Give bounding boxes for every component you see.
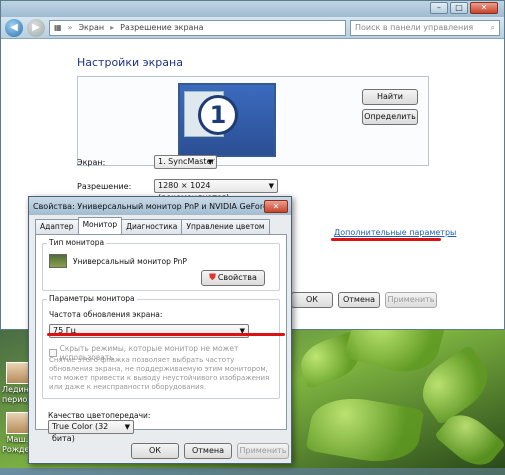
maximize-icon[interactable]: □: [450, 2, 468, 14]
detect-button[interactable]: Определить: [362, 109, 418, 125]
properties-button-label: Свойства: [217, 273, 257, 282]
dialog-buttons: ОК Отмена Применить: [131, 443, 289, 459]
leaf-decoration: [305, 390, 425, 470]
dialog-title: Свойства: Универсальный монитор PnP и NV…: [33, 201, 264, 211]
find-button[interactable]: Найти: [362, 89, 418, 105]
address-bar[interactable]: ▦ » Экран ▸ Разрешение экрана: [49, 19, 346, 36]
apply-button[interactable]: Применить: [385, 292, 437, 308]
shield-icon: ⛊: [209, 273, 216, 283]
cancel-button[interactable]: Отмена: [184, 443, 232, 459]
tab-monitor[interactable]: Монитор: [77, 217, 123, 234]
monitor-icon: [49, 254, 67, 268]
tab-adapter[interactable]: Адаптер: [35, 219, 79, 234]
monitor-arrangement-panel: 1 Найти Определить: [77, 76, 429, 166]
dialog-titlebar: Свойства: Универсальный монитор PnP и NV…: [29, 197, 291, 215]
resolution-label: Разрешение:: [77, 182, 132, 191]
dialog-tabs: Адаптер Монитор Диагностика Управление ц…: [35, 217, 270, 234]
color-quality-label: Качество цветопередачи:: [48, 411, 151, 420]
monitor-params-group: Параметры монитора Частота обновления эк…: [42, 294, 280, 399]
window-buttons: – □ ✕: [430, 2, 498, 14]
breadcrumb-separator-icon: ▸: [110, 23, 115, 32]
group-title: Тип монитора: [47, 238, 107, 247]
breadcrumb-item[interactable]: Экран: [78, 23, 104, 32]
address-toolbar: ◀ ▶ ▦ » Экран ▸ Разрешение экрана Поиск …: [1, 17, 504, 39]
folder-icon: ▦: [54, 23, 62, 32]
search-icon[interactable]: ⌕: [491, 23, 495, 33]
resolution-select[interactable]: 1280 × 1024 (рекомендуется) ▼: [154, 179, 278, 202]
close-icon[interactable]: ✕: [264, 199, 288, 213]
forward-icon[interactable]: ▶: [27, 18, 45, 37]
display-select-value: 1. SyncMaster: [158, 157, 215, 166]
cancel-button[interactable]: Отмена: [338, 292, 380, 308]
refresh-rate-label: Частота обновления экрана:: [49, 310, 163, 319]
chevron-down-icon: ▼: [268, 182, 274, 190]
ok-button[interactable]: ОК: [291, 292, 333, 308]
back-icon[interactable]: ◀: [5, 18, 23, 37]
tab-color-management[interactable]: Управление цветом: [181, 219, 270, 234]
monitor-properties-dialog: Свойства: Универсальный монитор PnP и NV…: [28, 196, 292, 464]
monitor-number-badge: 1: [198, 95, 238, 135]
apply-button[interactable]: Применить: [237, 443, 289, 459]
search-input[interactable]: Поиск в панели управления ⌕: [350, 19, 500, 36]
ok-button[interactable]: ОК: [131, 443, 179, 459]
display-select[interactable]: 1. SyncMaster ▼: [154, 155, 217, 169]
group-title: Параметры монитора: [47, 294, 137, 303]
page-title: Настройки экрана: [77, 56, 183, 69]
display-label: Экран:: [77, 158, 106, 167]
highlight-underline: [331, 238, 441, 241]
tab-diagnostics[interactable]: Диагностика: [121, 219, 183, 234]
monitor-name: Универсальный монитор PnP: [73, 257, 187, 266]
hint-text: Снятие этого флажка позволяет выбрать ча…: [49, 356, 270, 391]
color-quality-select[interactable]: True Color (32 бита) ▼: [48, 420, 134, 443]
breadcrumb-item[interactable]: Разрешение экрана: [120, 23, 203, 32]
close-icon[interactable]: ✕: [470, 2, 498, 14]
minimize-icon[interactable]: –: [430, 2, 448, 14]
advanced-settings-link[interactable]: Дополнительные параметры: [334, 228, 456, 237]
breadcrumb-separator-icon: »: [67, 23, 73, 32]
chevron-down-icon: ▼: [207, 158, 213, 166]
highlight-underline: [47, 333, 285, 336]
chevron-down-icon: ▼: [124, 423, 130, 431]
color-quality-value: True Color (32 бита): [52, 422, 109, 443]
monitor-type-group: Тип монитора Универсальный монитор PnP ⛊…: [42, 238, 280, 291]
search-placeholder: Поиск в панели управления: [355, 23, 474, 32]
footer-buttons: ОК Отмена Применить: [291, 292, 437, 308]
window-titlebar: – □ ✕: [1, 1, 504, 17]
properties-button[interactable]: ⛊ Свойства: [201, 270, 265, 286]
monitor-tile[interactable]: 1: [178, 83, 276, 157]
monitor-tab-panel: Тип монитора Универсальный монитор PnP ⛊…: [35, 234, 287, 443]
